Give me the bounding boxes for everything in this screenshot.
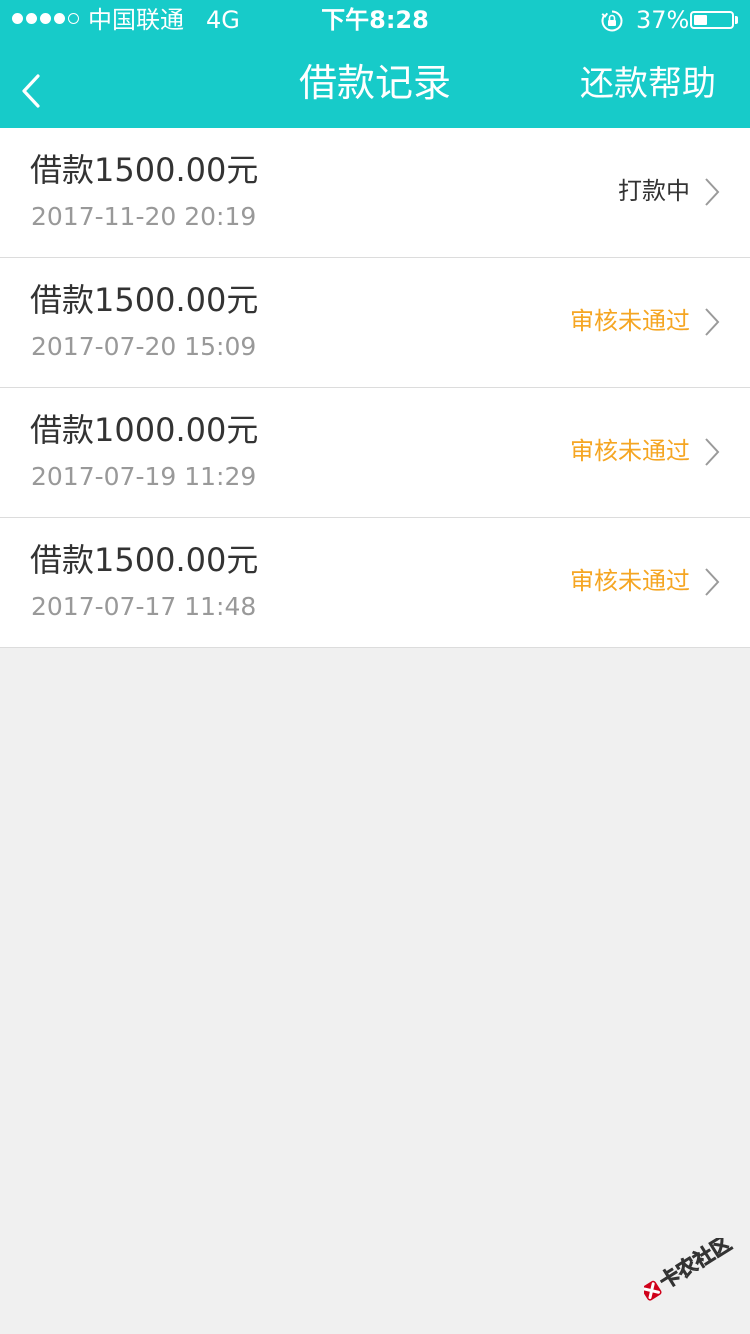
- loan-status: 审核未通过: [570, 307, 690, 335]
- loan-status: 审核未通过: [570, 437, 690, 465]
- loan-date: 2017-07-19 11:29: [31, 462, 257, 491]
- chevron-right-icon: [705, 178, 720, 206]
- battery-cap: [735, 16, 738, 24]
- battery-icon: [690, 11, 734, 29]
- loan-record-row[interactable]: 借款1500.00元 2017-07-20 15:09 审核未通过: [0, 258, 750, 388]
- loan-date: 2017-07-17 11:48: [31, 592, 257, 621]
- battery-fill: [694, 15, 707, 25]
- loan-amount: 借款1500.00元: [30, 281, 259, 319]
- chevron-right-icon: [705, 308, 720, 336]
- loan-record-row[interactable]: 借款1500.00元 2017-11-20 20:19 打款中: [0, 128, 750, 258]
- repayment-help-button[interactable]: 还款帮助: [580, 60, 716, 108]
- watermark-text: 卡农社区: [655, 1238, 736, 1294]
- status-bar: 中国联通 4G 下午8:28 37%: [0, 0, 750, 40]
- loan-record-row[interactable]: 借款1000.00元 2017-07-19 11:29 审核未通过: [0, 388, 750, 518]
- loan-record-list: 借款1500.00元 2017-11-20 20:19 打款中 借款1500.0…: [0, 128, 750, 648]
- loan-status: 打款中: [618, 177, 690, 205]
- loan-date: 2017-11-20 20:19: [31, 202, 257, 231]
- kanong-watermark-logo: 卡农社区: [644, 1238, 736, 1301]
- battery-percent: 37%: [636, 6, 690, 34]
- loan-amount: 借款1500.00元: [30, 151, 259, 189]
- loan-amount: 借款1000.00元: [30, 411, 259, 449]
- loan-date: 2017-07-20 15:09: [31, 332, 257, 361]
- loan-amount: 借款1500.00元: [30, 541, 259, 579]
- rotation-lock-icon: [601, 10, 623, 32]
- loan-status: 审核未通过: [570, 567, 690, 595]
- loan-record-row[interactable]: 借款1500.00元 2017-07-17 11:48 审核未通过: [0, 518, 750, 648]
- chevron-right-icon: [705, 568, 720, 596]
- chevron-right-icon: [705, 438, 720, 466]
- app-header: 中国联通 4G 下午8:28 37% 借款记录 还款帮助: [0, 0, 750, 128]
